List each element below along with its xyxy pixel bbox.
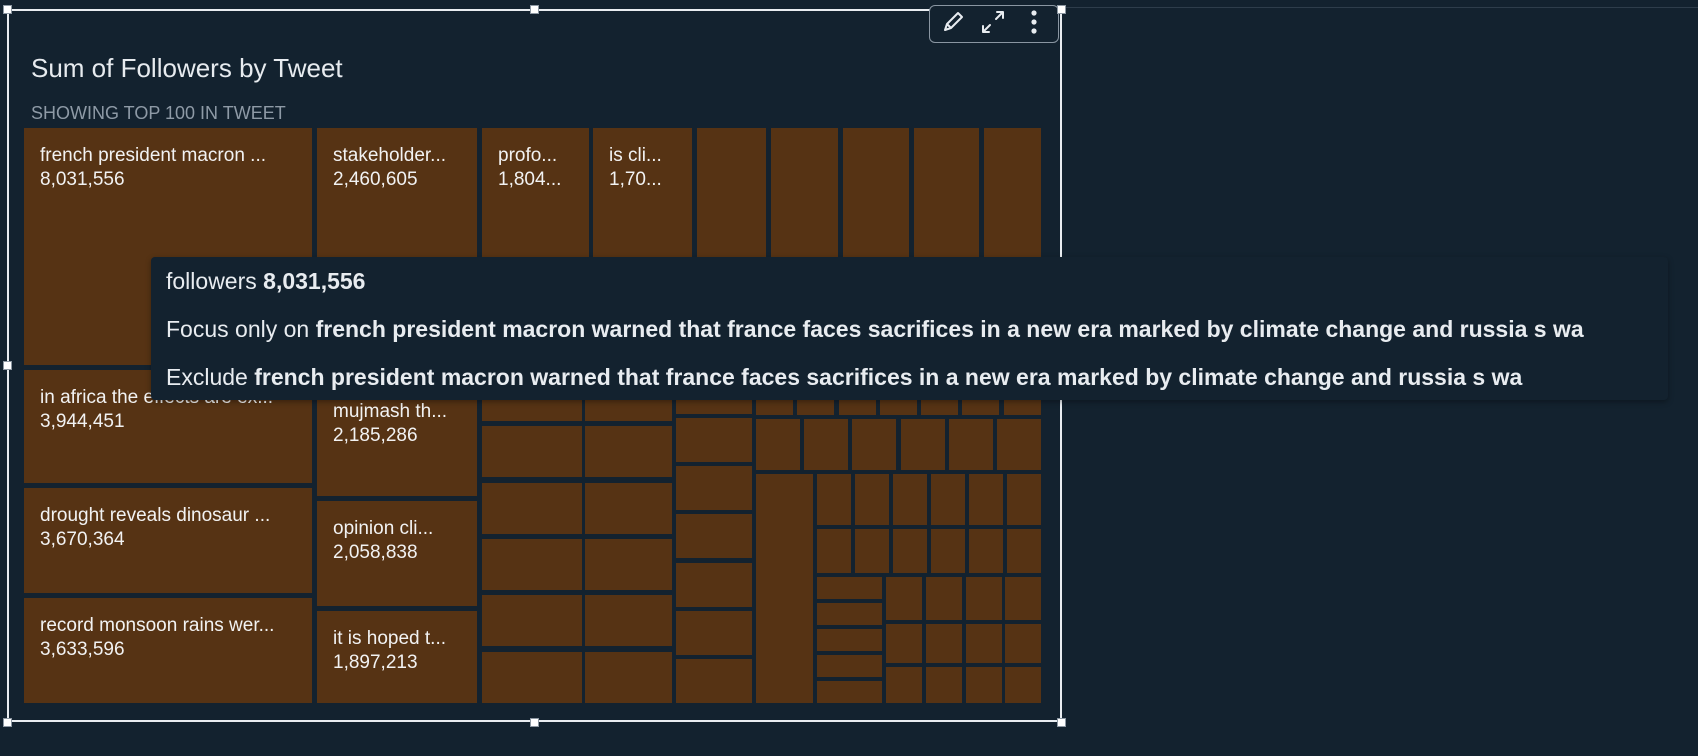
treemap-tile[interactable] [482, 426, 582, 477]
treemap-tile[interactable] [676, 563, 752, 607]
treemap-tile[interactable] [1005, 624, 1041, 663]
exclude-tweet: french president macron warned that fran… [254, 364, 1523, 390]
treemap-tile[interactable] [585, 595, 672, 646]
treemap-tile[interactable] [893, 529, 927, 573]
tooltip-measure-label: followers [166, 268, 257, 294]
tile-value: 2,460,605 [333, 169, 418, 190]
treemap-tile[interactable] [966, 667, 1002, 703]
focus-tweet: french president macron warned that fran… [315, 316, 1584, 342]
treemap-tile[interactable] [817, 603, 882, 625]
treemap-tile[interactable] [886, 624, 922, 663]
treemap-tile[interactable] [817, 655, 882, 677]
visual-title: Sum of Followers by Tweet [31, 53, 343, 83]
visual-subtitle: SHOWING TOP 100 IN TWEET [31, 103, 286, 123]
focus-prefix: Focus only on [166, 316, 310, 342]
treemap-tile[interactable] [926, 624, 962, 663]
treemap-tile[interactable] [804, 419, 848, 470]
top-divider [1065, 7, 1698, 8]
treemap-tile[interactable]: record monsoon rains wer... 3,633,596 [24, 598, 312, 703]
tile-value: 3,670,364 [40, 529, 125, 550]
treemap-tile[interactable] [886, 667, 922, 703]
treemap-tile[interactable] [886, 577, 922, 620]
treemap-tile[interactable] [1007, 529, 1041, 573]
treemap-tile[interactable] [997, 419, 1041, 470]
tile-label: is cli... [609, 145, 662, 166]
treemap-tile[interactable] [676, 466, 752, 510]
treemap-tile[interactable] [756, 474, 813, 703]
treemap-tile[interactable] [893, 474, 927, 525]
resize-handle[interactable] [1057, 718, 1066, 727]
treemap-tile[interactable] [482, 539, 582, 590]
treemap-tile[interactable] [676, 611, 752, 655]
visual-toolbar [929, 5, 1059, 43]
tooltip: followers 8,031,556 Focus only on french… [151, 257, 1668, 400]
treemap-tile[interactable] [926, 577, 962, 620]
treemap-tile[interactable] [676, 514, 752, 558]
tile-label: profo... [498, 145, 558, 166]
tile-value: 1,897,213 [333, 652, 418, 673]
treemap-tile[interactable] [482, 652, 582, 703]
tile-label: opinion cli... [333, 518, 434, 539]
tile-value: 2,185,286 [333, 425, 418, 446]
treemap-tile[interactable] [926, 667, 962, 703]
treemap-tile[interactable] [817, 681, 882, 703]
treemap-tile[interactable] [817, 529, 851, 573]
focus-only-action[interactable]: Focus only on french president macron wa… [166, 316, 1584, 343]
treemap-tile[interactable] [931, 474, 965, 525]
tile-label: record monsoon rains wer... [40, 615, 275, 636]
tooltip-measure: followers 8,031,556 [166, 268, 365, 295]
tile-label: mujmash th... [333, 401, 448, 422]
treemap-tile[interactable] [901, 419, 945, 470]
treemap-tile[interactable] [966, 577, 1002, 620]
resize-handle[interactable] [530, 718, 539, 727]
resize-handle[interactable] [3, 5, 12, 14]
resize-handle[interactable] [3, 718, 12, 727]
treemap-tile[interactable] [949, 419, 993, 470]
treemap-tile[interactable] [585, 426, 672, 477]
treemap-tile[interactable] [756, 419, 800, 470]
treemap-tile[interactable] [817, 577, 882, 599]
resize-handle[interactable] [3, 361, 12, 370]
expand-icon[interactable] [978, 7, 1008, 42]
pencil-icon[interactable] [938, 7, 968, 42]
tile-value: 2,058,838 [333, 542, 418, 563]
treemap-tile[interactable] [676, 418, 752, 462]
more-vertical-icon[interactable] [1022, 7, 1046, 42]
treemap-tile[interactable] [585, 539, 672, 590]
treemap-tile[interactable] [855, 529, 889, 573]
treemap-tile[interactable] [1005, 667, 1041, 703]
resize-handle[interactable] [530, 5, 539, 14]
tile-value: 1,804... [498, 169, 562, 190]
tile-value: 1,70... [609, 169, 662, 190]
treemap-tile[interactable]: it is hoped t... 1,897,213 [317, 611, 477, 703]
treemap-tile[interactable] [482, 483, 582, 534]
tooltip-measure-value: 8,031,556 [263, 268, 366, 294]
treemap-tile[interactable] [676, 659, 752, 703]
tile-value: 3,633,596 [40, 639, 125, 660]
treemap-tile[interactable] [969, 474, 1003, 525]
treemap-tile[interactable] [969, 529, 1003, 573]
tile-value: 3,944,451 [40, 411, 125, 432]
treemap-tile[interactable] [855, 474, 889, 525]
exclude-action[interactable]: Exclude french president macron warned t… [166, 364, 1522, 391]
tile-label: stakeholder... [333, 145, 447, 166]
treemap-tile[interactable] [1007, 474, 1041, 525]
exclude-prefix: Exclude [166, 364, 248, 390]
tile-label: french president macron ... [40, 145, 266, 166]
treemap-tile[interactable]: drought reveals dinosaur ... 3,670,364 [24, 488, 312, 593]
treemap-tile[interactable]: opinion cli... 2,058,838 [317, 501, 477, 606]
treemap-tile[interactable] [585, 652, 672, 703]
treemap-tile[interactable] [817, 474, 851, 525]
tile-value: 8,031,556 [40, 169, 125, 190]
treemap-tile[interactable] [585, 483, 672, 534]
resize-handle[interactable] [1057, 5, 1066, 14]
treemap-tile[interactable] [817, 629, 882, 651]
treemap-tile[interactable] [1005, 577, 1041, 620]
treemap-tile[interactable] [966, 624, 1002, 663]
treemap-tile[interactable] [482, 595, 582, 646]
tile-label: it is hoped t... [333, 628, 447, 649]
treemap-tile[interactable] [931, 529, 965, 573]
tile-label: drought reveals dinosaur ... [40, 505, 271, 526]
treemap-tile[interactable] [852, 419, 896, 470]
